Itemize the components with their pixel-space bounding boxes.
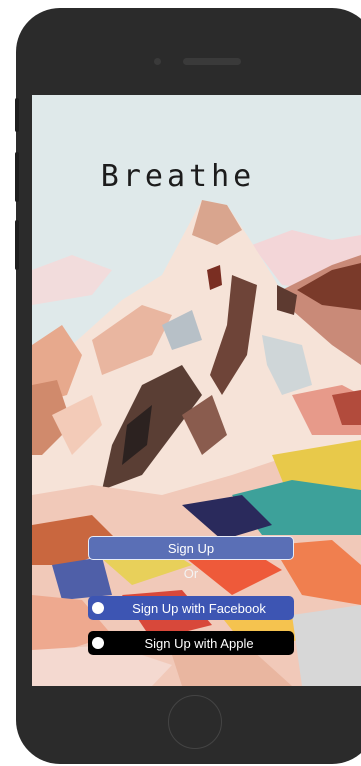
- sign-up-label: Sign Up: [167, 540, 215, 556]
- radio-dot-icon: [92, 637, 104, 649]
- volume-up-button: [15, 152, 19, 202]
- radio-dot-icon: [92, 602, 104, 614]
- front-camera: [154, 58, 161, 65]
- silent-switch: [15, 98, 19, 132]
- volume-down-button: [15, 220, 19, 270]
- facebook-label: Sign Up with Facebook: [132, 600, 266, 616]
- apple-label: Sign Up with Apple: [144, 635, 254, 651]
- app-screen: Breathe Sign Up Or Sign Up with Facebook…: [32, 95, 361, 686]
- earpiece-speaker: [183, 58, 241, 65]
- or-divider-label: Or: [183, 566, 199, 581]
- sign-up-button[interactable]: Sign Up: [88, 536, 294, 560]
- home-button[interactable]: [168, 695, 222, 749]
- app-title: Breathe: [100, 159, 256, 194]
- sign-up-apple-button[interactable]: Sign Up with Apple: [88, 631, 294, 655]
- sign-up-facebook-button[interactable]: Sign Up with Facebook: [88, 596, 294, 620]
